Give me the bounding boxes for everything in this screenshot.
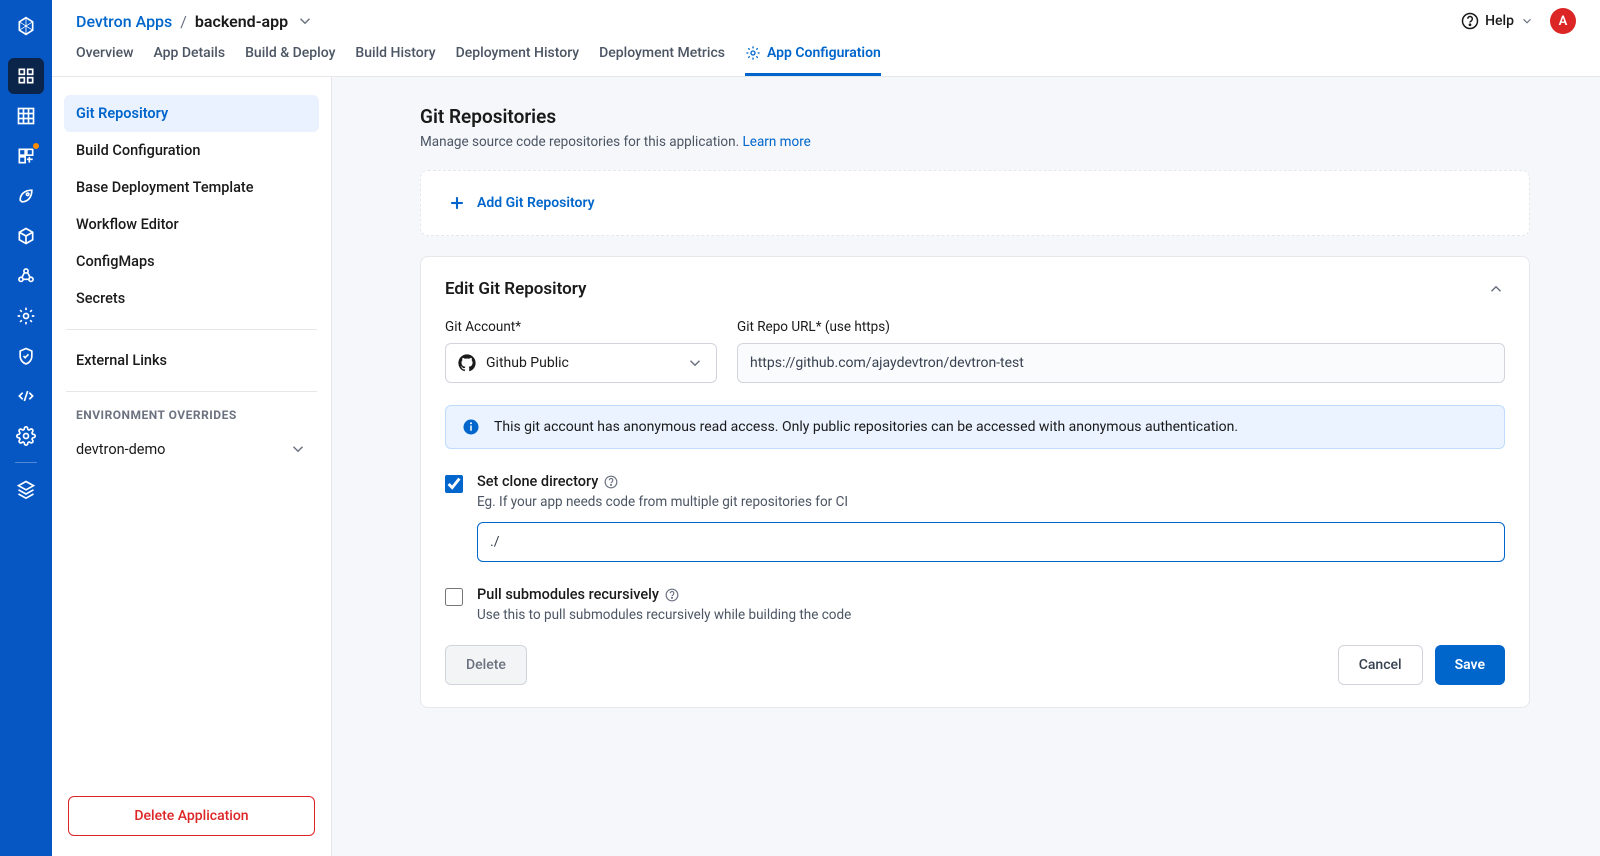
body-row: Git RepositoryBuild ConfigurationBase De… <box>52 77 1600 856</box>
tab-app-details[interactable]: App Details <box>153 35 225 76</box>
repo-url-input[interactable] <box>737 343 1505 383</box>
help-circle-icon[interactable] <box>604 475 618 489</box>
git-account-select[interactable]: Github Public <box>445 343 717 383</box>
devtron-logo[interactable] <box>12 12 40 40</box>
edit-git-repo-card: Edit Git Repository Git Account* Github … <box>420 256 1530 708</box>
gear-icon <box>745 45 761 61</box>
user-avatar[interactable]: A <box>1550 8 1576 34</box>
submodules-block: Pull submodules recursively Use this to … <box>445 586 1505 623</box>
rail-gear-icon[interactable] <box>8 418 44 454</box>
tab-deployment-history[interactable]: Deployment History <box>456 35 579 76</box>
rail-applications-icon[interactable] <box>8 58 44 94</box>
left-icon-rail <box>0 0 52 856</box>
breadcrumb: Devtron Apps / backend-app <box>76 12 314 31</box>
app-tabs: Overview App Details Build & Deploy Build H… <box>76 38 1576 76</box>
content-area: Git Repositories Manage source code repo… <box>332 77 1600 856</box>
rail-cube-icon[interactable] <box>8 218 44 254</box>
info-banner-text: This git account has anonymous read acce… <box>494 419 1238 435</box>
submodules-checkbox[interactable] <box>445 588 463 606</box>
action-row: Delete Cancel Save <box>445 645 1505 685</box>
submodules-label: Pull submodules recursively <box>477 586 659 603</box>
submodules-desc: Use this to pull submodules recursively … <box>477 607 851 623</box>
learn-more-link[interactable]: Learn more <box>743 134 811 150</box>
top-header: Devtron Apps / backend-app Help A Overvi… <box>52 0 1600 77</box>
chevron-down-icon <box>289 440 307 458</box>
clone-dir-block: Set clone directory Eg. If your app need… <box>445 473 1505 510</box>
rail-badge-dot <box>32 142 40 150</box>
rail-divider <box>15 462 37 463</box>
git-account-label: Git Account* <box>445 319 717 335</box>
collapse-chevron-up-icon[interactable] <box>1487 280 1505 298</box>
main-column: Devtron Apps / backend-app Help A Overvi… <box>52 0 1600 856</box>
edit-card-title: Edit Git Repository <box>445 279 586 299</box>
rail-charts-icon[interactable] <box>8 98 44 134</box>
add-git-repo-button[interactable]: Add Git Repository <box>420 170 1530 236</box>
rail-cluster-icon[interactable] <box>8 258 44 294</box>
rail-stack-icon[interactable] <box>8 471 44 507</box>
breadcrumb-apps-link[interactable]: Devtron Apps <box>76 12 172 31</box>
breadcrumb-separator: / <box>180 12 187 31</box>
help-menu[interactable]: Help <box>1461 12 1534 30</box>
cancel-button[interactable]: Cancel <box>1338 645 1423 685</box>
tab-build-deploy[interactable]: Build & Deploy <box>245 35 335 76</box>
sidebar-env-label: devtron-demo <box>76 441 165 458</box>
tab-deployment-metrics[interactable]: Deployment Metrics <box>599 35 725 76</box>
tab-overview[interactable]: Overview <box>76 35 133 76</box>
sidebar-item-external-links[interactable]: External Links <box>64 342 319 379</box>
sidebar-item-base-deployment-template[interactable]: Base Deployment Template <box>64 169 319 206</box>
tab-build-history[interactable]: Build History <box>355 35 435 76</box>
sidebar-item-build-configuration[interactable]: Build Configuration <box>64 132 319 169</box>
side-divider <box>66 329 317 330</box>
side-divider <box>66 391 317 392</box>
delete-application-button[interactable]: Delete Application <box>68 796 315 836</box>
rail-code-icon[interactable] <box>8 378 44 414</box>
tab-app-configuration[interactable]: App Configuration <box>745 35 881 76</box>
info-banner: This git account has anonymous read acce… <box>445 405 1505 449</box>
clone-dir-desc: Eg. If your app needs code from multiple… <box>477 494 848 510</box>
rail-settings-gear-icon[interactable] <box>8 298 44 334</box>
sidebar-env-heading: ENVIRONMENT OVERRIDES <box>64 404 319 430</box>
rail-app-groups-icon[interactable] <box>8 138 44 174</box>
help-circle-icon <box>1461 12 1479 30</box>
page-subtitle: Manage source code repositories for this… <box>420 134 1530 150</box>
chevron-down-icon[interactable] <box>296 12 314 30</box>
info-icon <box>462 418 480 436</box>
sidebar-env-item[interactable]: devtron-demo <box>64 432 319 466</box>
github-icon <box>458 354 476 372</box>
rail-security-shield-icon[interactable] <box>8 338 44 374</box>
save-button[interactable]: Save <box>1435 645 1505 685</box>
sidebar-item-git-repository[interactable]: Git Repository <box>64 95 319 132</box>
help-circle-icon[interactable] <box>665 588 679 602</box>
sidebar-item-configmaps[interactable]: ConfigMaps <box>64 243 319 280</box>
help-label: Help <box>1485 13 1514 29</box>
chevron-down-icon <box>1520 14 1534 28</box>
clone-dir-input[interactable] <box>477 522 1505 562</box>
delete-button[interactable]: Delete <box>445 645 527 685</box>
breadcrumb-current-app: backend-app <box>195 12 288 31</box>
plus-icon <box>447 193 467 213</box>
repo-url-label: Git Repo URL* (use https) <box>737 319 1505 335</box>
git-account-value: Github Public <box>486 355 569 371</box>
config-side-panel: Git RepositoryBuild ConfigurationBase De… <box>52 77 332 856</box>
sidebar-item-secrets[interactable]: Secrets <box>64 280 319 317</box>
chevron-down-icon <box>686 354 704 372</box>
rail-deploy-icon[interactable] <box>8 178 44 214</box>
add-git-repo-label: Add Git Repository <box>477 195 595 211</box>
sidebar-item-workflow-editor[interactable]: Workflow Editor <box>64 206 319 243</box>
clone-dir-checkbox[interactable] <box>445 475 463 493</box>
page-title: Git Repositories <box>420 105 1530 128</box>
clone-dir-label: Set clone directory <box>477 473 598 490</box>
